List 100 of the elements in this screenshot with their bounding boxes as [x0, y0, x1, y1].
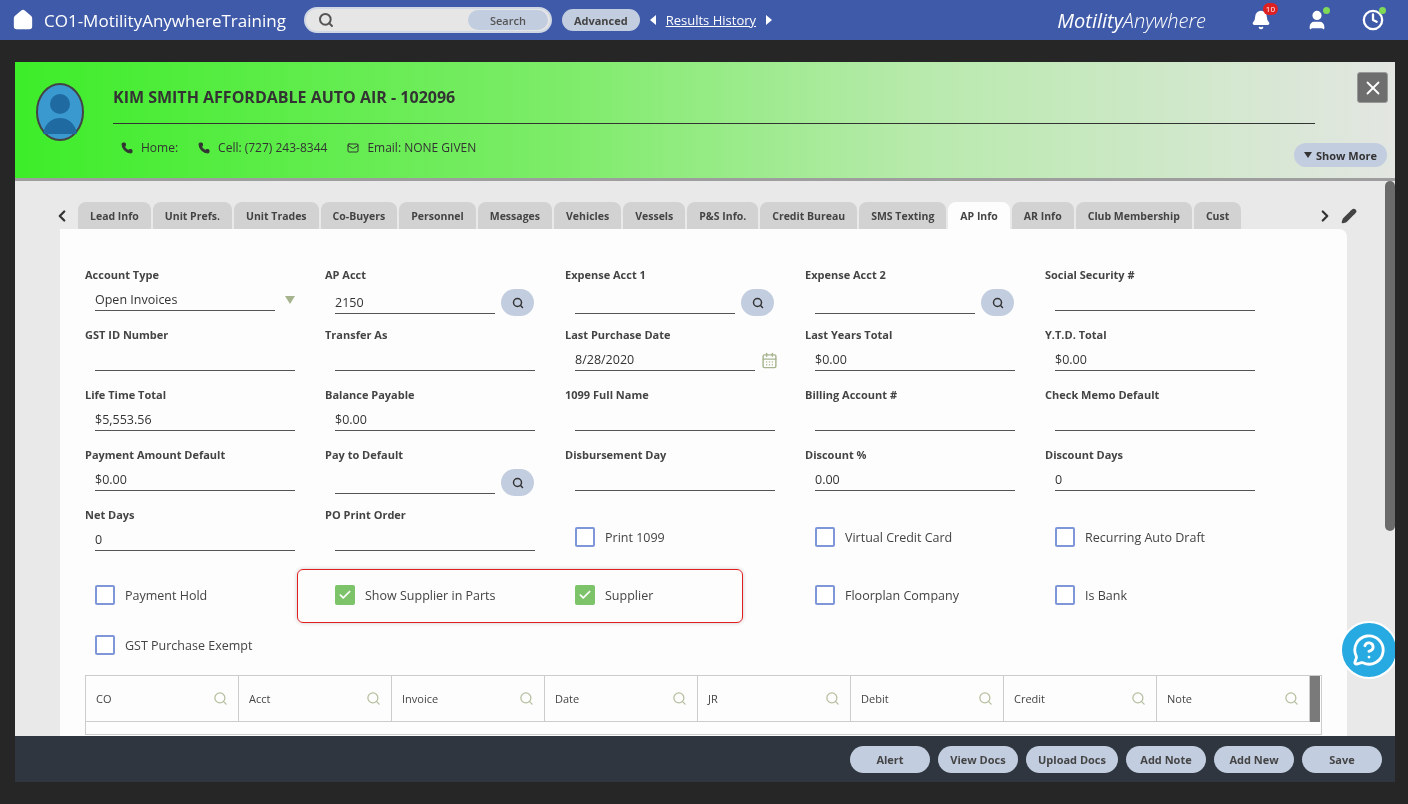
- field-label: Expense Acct 2: [805, 267, 887, 281]
- field-label: Discount Days: [1045, 447, 1125, 461]
- input-field[interactable]: $5,553.56: [95, 409, 295, 431]
- phone-icon: [121, 141, 133, 154]
- field-label: Account Type: [85, 267, 160, 281]
- field-label: 1099 Full Name: [565, 387, 650, 401]
- status-dot: [1323, 7, 1330, 14]
- checkbox-label: Recurring Auto Draft: [1085, 528, 1206, 546]
- column-label: Credit: [1014, 691, 1046, 706]
- phone-icon: [198, 141, 211, 154]
- input-field[interactable]: $0.00: [815, 349, 1015, 371]
- results-history-link[interactable]: Results History: [665, 11, 757, 29]
- tab[interactable]: Credit Bureau: [760, 202, 858, 229]
- checkbox[interactable]: [95, 635, 115, 655]
- tab[interactable]: Vessels: [623, 202, 686, 229]
- scrollbar[interactable]: [1385, 181, 1395, 531]
- input-field[interactable]: 8/28/2020: [575, 349, 755, 371]
- tab[interactable]: Lead Info: [78, 202, 151, 229]
- search-button[interactable]: Search: [467, 10, 548, 30]
- checkbox[interactable]: [1055, 585, 1075, 605]
- tab[interactable]: Messages: [477, 202, 552, 229]
- tab[interactable]: SMS Texting: [859, 202, 947, 229]
- input-field[interactable]: Open Invoices: [95, 289, 275, 311]
- column-header[interactable]: Acct: [239, 676, 392, 722]
- checkbox[interactable]: [1055, 527, 1075, 547]
- scrollbar[interactable]: [1310, 676, 1320, 722]
- column-header[interactable]: Invoice: [392, 676, 545, 722]
- lookup-button[interactable]: [501, 469, 534, 496]
- input-field[interactable]: $0.00: [1055, 349, 1255, 371]
- column-header[interactable]: Credit: [1004, 676, 1157, 722]
- checkbox[interactable]: [95, 585, 115, 605]
- show-more-button[interactable]: Show More: [1293, 143, 1387, 167]
- checkbox[interactable]: [575, 527, 595, 547]
- caret-down-icon: [1303, 152, 1312, 158]
- field-label: Last Years Total: [805, 327, 894, 341]
- field-label: GST ID Number: [85, 327, 170, 341]
- checkbox[interactable]: [815, 585, 835, 605]
- column-label: CO: [96, 691, 112, 706]
- field-label: Transfer As: [325, 327, 389, 341]
- input-field[interactable]: $0.00: [335, 409, 535, 431]
- column-header[interactable]: CO: [86, 676, 239, 722]
- tab[interactable]: Co-Buyers: [320, 202, 398, 229]
- tab[interactable]: Personnel: [399, 202, 476, 229]
- column-header[interactable]: Debit: [851, 676, 1004, 722]
- search-icon: [751, 296, 764, 309]
- search-icon: [511, 296, 524, 309]
- checkbox-label: Payment Hold: [125, 586, 208, 604]
- help-button[interactable]: [1340, 621, 1395, 679]
- checkmark-icon: [578, 588, 592, 602]
- home-icon[interactable]: [12, 9, 34, 31]
- column-label: JR: [708, 691, 718, 706]
- action-button[interactable]: Alert: [850, 745, 930, 773]
- tab[interactable]: Unit Prefs.: [152, 202, 232, 229]
- checkbox[interactable]: [335, 585, 355, 605]
- action-button[interactable]: Upload Docs: [1026, 745, 1118, 773]
- field-label: Last Purchase Date: [565, 327, 672, 341]
- tab[interactable]: AP Info: [948, 202, 1010, 229]
- column-header[interactable]: Date: [545, 676, 698, 722]
- tab[interactable]: P&S Info.: [687, 202, 759, 229]
- contact-text: Home:: [141, 139, 179, 156]
- customer-name: KIM SMITH AFFORDABLE AUTO AIR - 102096: [113, 82, 1315, 124]
- search-icon: [511, 476, 524, 489]
- checkbox[interactable]: [815, 527, 835, 547]
- edit-icon[interactable]: [1341, 207, 1357, 224]
- checkbox-label: Virtual Credit Card: [845, 528, 953, 546]
- bell-icon[interactable]: [1251, 10, 1271, 30]
- tab[interactable]: Cust: [1193, 202, 1242, 229]
- search-icon: [991, 296, 1004, 309]
- column-label: Note: [1167, 691, 1192, 706]
- field-label: Check Memo Default: [1045, 387, 1161, 401]
- column-label: Acct: [249, 691, 271, 706]
- input-field[interactable]: 2150: [335, 291, 495, 314]
- action-button[interactable]: View Docs: [938, 745, 1018, 773]
- checkbox[interactable]: [575, 585, 595, 605]
- checkmark-icon: [338, 588, 352, 602]
- lookup-button[interactable]: [501, 289, 534, 316]
- search-field[interactable]: Search: [303, 7, 552, 33]
- column-header[interactable]: JR: [698, 676, 851, 722]
- tab[interactable]: Unit Trades: [233, 202, 319, 229]
- lookup-button[interactable]: [981, 289, 1014, 316]
- status-dot: [1379, 7, 1386, 14]
- tab[interactable]: Vehicles: [554, 202, 622, 229]
- field-label: Expense Acct 1: [565, 267, 647, 281]
- action-button[interactable]: Add Note: [1126, 745, 1206, 773]
- action-button[interactable]: Save: [1302, 745, 1382, 773]
- clock-icon[interactable]: [1362, 9, 1384, 31]
- caret-right-icon[interactable]: [766, 15, 773, 25]
- advanced-button[interactable]: Advanced: [561, 9, 640, 31]
- input-field[interactable]: 0: [1055, 469, 1255, 491]
- action-button[interactable]: Add New: [1214, 745, 1294, 773]
- caret-left-icon[interactable]: [649, 15, 656, 25]
- help-icon: [1352, 633, 1386, 667]
- tab[interactable]: AR Info: [1011, 202, 1074, 229]
- input-field[interactable]: 0.00: [815, 469, 1015, 491]
- input-field[interactable]: 0: [95, 529, 295, 551]
- lookup-button[interactable]: [741, 289, 774, 316]
- tab[interactable]: Club Membership: [1075, 202, 1192, 229]
- field-label: Net Days: [85, 507, 136, 521]
- close-button[interactable]: [1357, 72, 1388, 103]
- input-field[interactable]: $0.00: [95, 469, 295, 491]
